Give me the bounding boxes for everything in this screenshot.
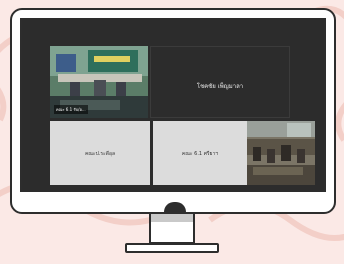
monitor: คณะ 6.1 รับ/อ... โชคชัย เพ็ญมาลา คณะป.ระ… xyxy=(10,8,336,214)
participant-tile-2[interactable]: คณะ 6.1 ศรียาฯ xyxy=(153,121,247,185)
participant-name: โชคชัย เพ็ญมาลา xyxy=(196,83,244,90)
participant-tile-1[interactable]: คณะป.ระดีอุล xyxy=(50,121,150,185)
participant-name-caption: คณะ 6.1 รับ/อ... xyxy=(54,105,88,114)
participant-tile-name[interactable]: โชคชัย เพ็ญมาลา xyxy=(150,46,290,118)
monitor-stand-base xyxy=(125,243,219,253)
monitor-logo-bump xyxy=(164,202,186,212)
participant-name: คณะ 6.1 ศรียาฯ xyxy=(181,151,219,157)
video-tile-conference-room[interactable]: คณะ 6.1 รับ/อ... xyxy=(50,46,148,118)
stand-shadow xyxy=(151,214,193,222)
video-tile-room[interactable] xyxy=(247,121,315,185)
participant-video-image xyxy=(247,121,315,185)
screen: คณะ 6.1 รับ/อ... โชคชัย เพ็ญมาลา คณะป.ระ… xyxy=(20,18,326,192)
monitor-stand-neck xyxy=(149,214,195,244)
participant-name: คณะป.ระดีอุล xyxy=(84,151,116,157)
